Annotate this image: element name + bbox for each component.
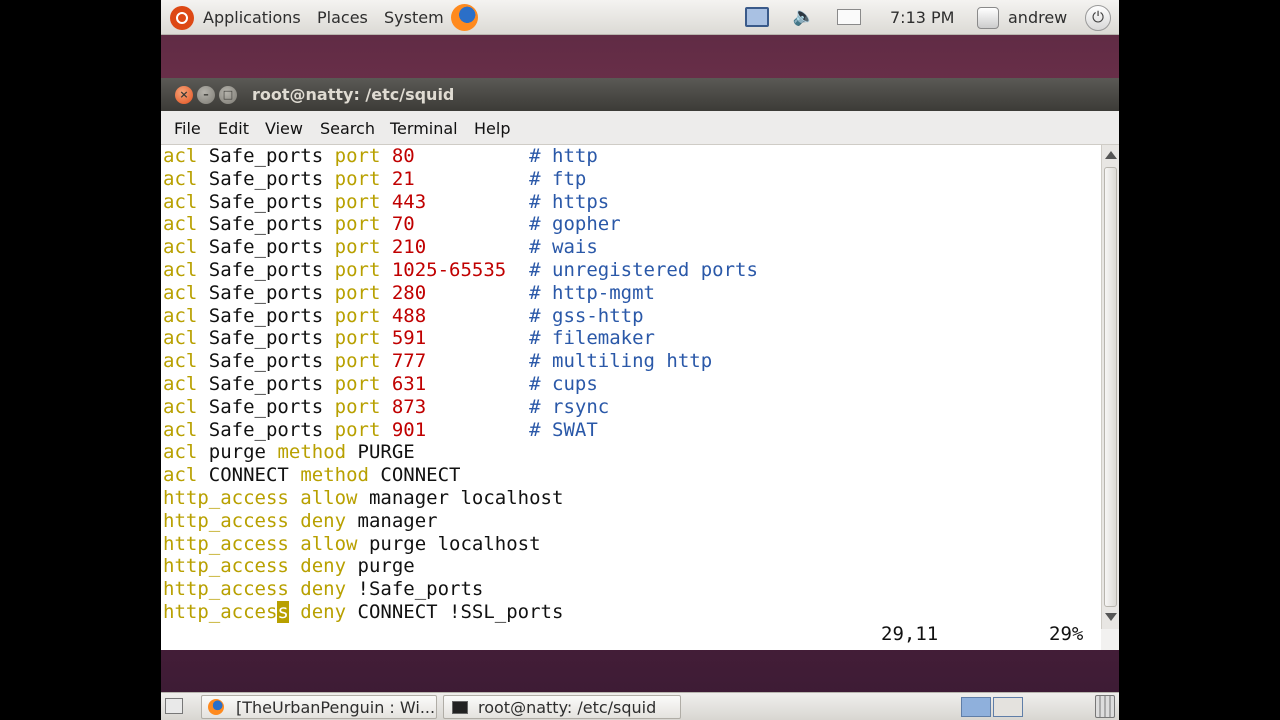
acl-method-line: acl purge method PURGE (163, 441, 415, 464)
http-access-line: http_access deny purge (163, 555, 415, 578)
safe-ports-line: acl Safe_ports port 70 # gopher (163, 213, 621, 236)
scroll-down-icon[interactable] (1105, 613, 1117, 621)
workspace-1[interactable] (961, 697, 991, 717)
http-access-line: http_access deny !Safe_ports (163, 578, 484, 601)
maximize-window-icon[interactable]: □ (219, 86, 237, 104)
menu-view[interactable]: View (265, 119, 303, 138)
firefox-launcher-icon[interactable] (451, 4, 478, 31)
close-window-icon[interactable]: × (175, 86, 193, 104)
scroll-percent: 29% (1049, 623, 1084, 645)
http-access-line: http_access allow manager localhost (163, 487, 564, 509)
places-menu[interactable]: Places (317, 8, 368, 28)
volume-icon[interactable]: 🔈 (791, 7, 817, 27)
scroll-up-icon[interactable] (1105, 151, 1117, 159)
firefox-icon (208, 699, 224, 715)
user-menu[interactable]: andrew (1008, 8, 1067, 28)
menu-edit[interactable]: Edit (218, 119, 249, 138)
safe-ports-line: acl Safe_ports port 1025-65535 # unregis… (163, 259, 758, 281)
safe-ports-line: acl Safe_ports port 631 # cups (163, 373, 598, 395)
clock[interactable]: 7:13 PM (890, 8, 954, 28)
top-panel: Applications Places System 🔈 7:13 PM and… (161, 0, 1119, 35)
safe-ports-line: acl Safe_ports port 901 # SWAT (163, 418, 598, 441)
http-access-line: http_access deny manager (163, 509, 438, 532)
scroll-thumb[interactable] (1104, 167, 1117, 607)
terminal-window: × – □ root@natty: /etc/squid File Edit V… (161, 78, 1119, 650)
system-menu[interactable]: System (384, 8, 444, 28)
safe-ports-line: acl Safe_ports port 280 # http-mgmt (163, 281, 655, 304)
text-cursor: s (277, 601, 289, 623)
safe-ports-line: acl Safe_ports port 443 # https (163, 190, 610, 213)
terminal-content[interactable]: acl Safe_ports port 80 # http acl Safe_po… (161, 145, 1101, 650)
power-icon[interactable]: ⏻ (1085, 5, 1111, 31)
safe-ports-line: acl Safe_ports port 873 # rsync (163, 395, 610, 418)
mail-icon[interactable] (837, 9, 861, 25)
taskbar-item-label: [TheUrbanPenguin : Wi... (236, 698, 436, 717)
cursor-position: 29,11 (881, 623, 939, 645)
taskbar-item-browser[interactable]: [TheUrbanPenguin : Wi... (201, 695, 437, 719)
menu-terminal[interactable]: Terminal (390, 119, 458, 138)
window-titlebar[interactable]: × – □ root@natty: /etc/squid (161, 78, 1119, 111)
menubar: File Edit View Search Terminal Help (161, 111, 1119, 145)
terminal-scrollbar[interactable] (1101, 145, 1119, 629)
window-title: root@natty: /etc/squid (252, 85, 455, 104)
terminal-icon (452, 701, 468, 714)
http-access-line-current: http_access deny CONNECT !SSL_ports (163, 601, 564, 623)
taskbar-item-terminal[interactable]: root@natty: /etc/squid (443, 695, 681, 719)
menu-search[interactable]: Search (320, 119, 375, 138)
menu-help[interactable]: Help (474, 119, 510, 138)
minimize-window-icon[interactable]: – (197, 86, 215, 104)
applications-menu[interactable]: Applications (203, 8, 301, 28)
bottom-panel: [TheUrbanPenguin : Wi... root@natty: /et… (161, 692, 1119, 720)
safe-ports-line: acl Safe_ports port 488 # gss-http (163, 304, 644, 327)
menu-file[interactable]: File (174, 119, 201, 138)
http-access-line: http_access allow purge localhost (163, 532, 541, 555)
ubuntu-logo-icon[interactable] (170, 6, 194, 30)
safe-ports-line: acl Safe_ports port 777 # multiling http (163, 350, 713, 373)
taskbar-item-label: root@natty: /etc/squid (478, 698, 657, 717)
safe-ports-line: acl Safe_ports port 21 # ftp (163, 167, 587, 190)
acl-method-line: acl CONNECT method CONNECT (163, 464, 461, 487)
show-desktop-icon[interactable] (165, 698, 183, 714)
safe-ports-line: acl Safe_ports port 591 # filemaker (163, 327, 655, 350)
user-status-icon[interactable] (977, 7, 999, 29)
desktop: Applications Places System 🔈 7:13 PM and… (161, 0, 1119, 720)
safe-ports-line: acl Safe_ports port 80 # http (163, 145, 598, 167)
safe-ports-line: acl Safe_ports port 210 # wais (163, 236, 598, 259)
workspace-2[interactable] (993, 697, 1023, 717)
network-icon[interactable] (745, 7, 769, 27)
trash-icon[interactable] (1095, 695, 1115, 718)
